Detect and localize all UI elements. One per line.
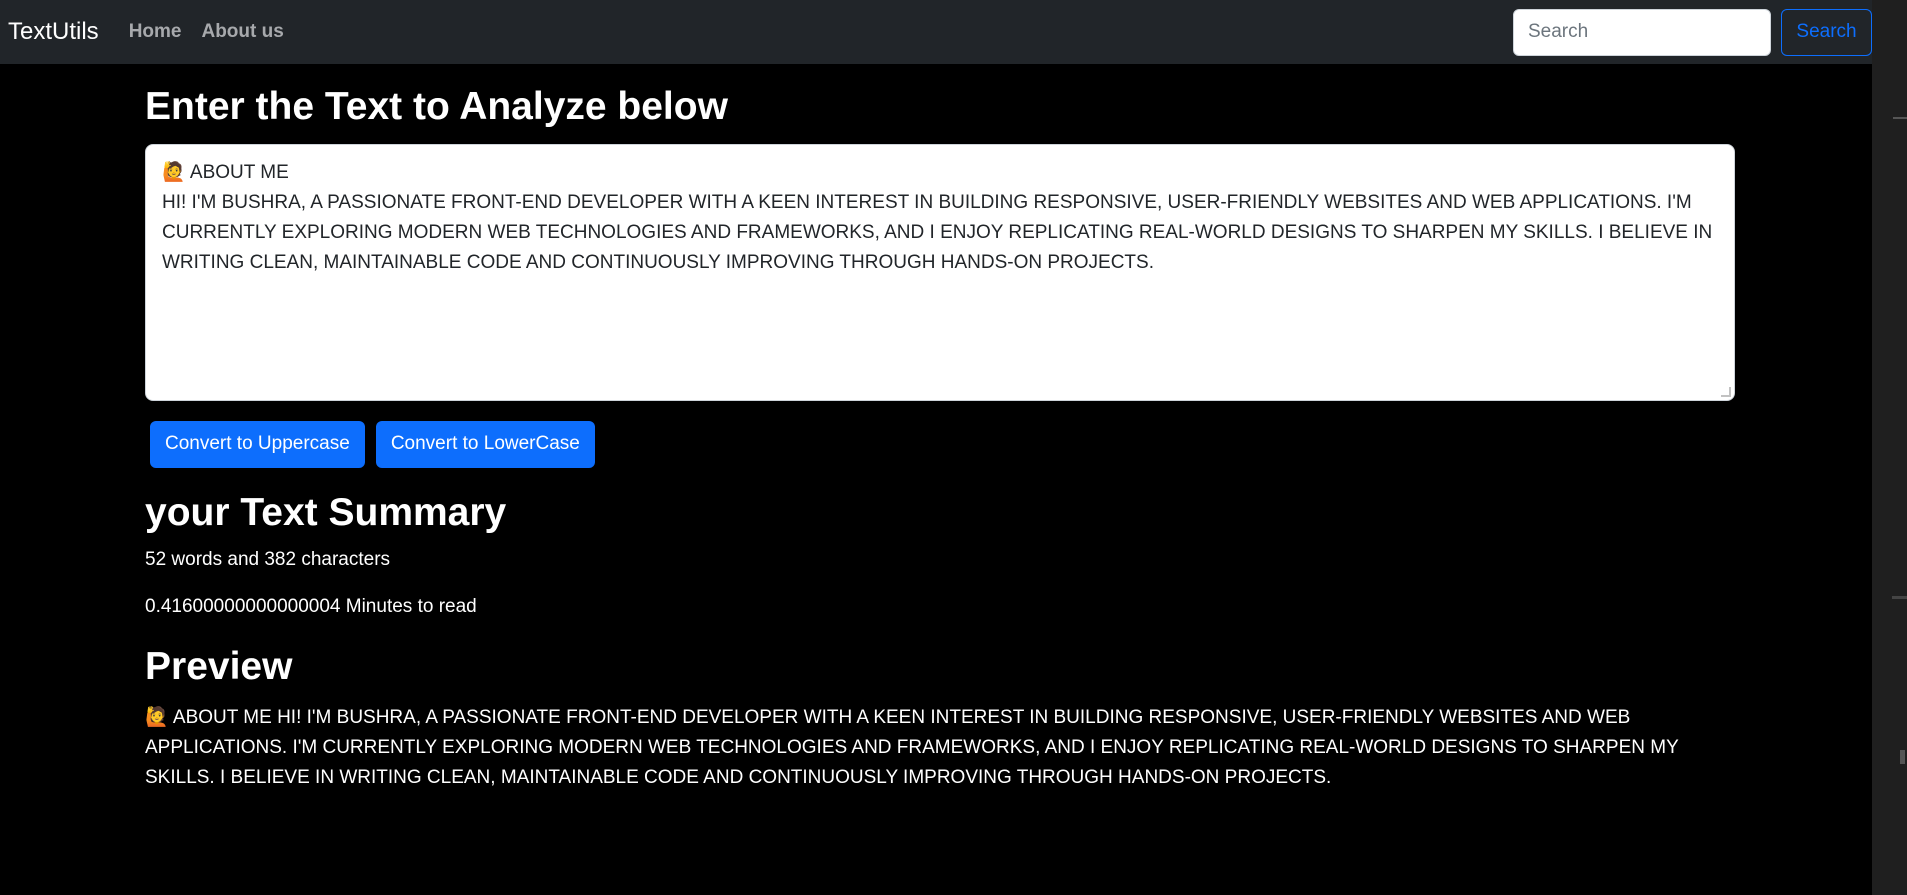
search-button[interactable]: Search: [1781, 8, 1872, 56]
search-input[interactable]: [1513, 8, 1771, 56]
action-buttons: Convert to Uppercase Convert to LowerCas…: [145, 420, 1735, 468]
panel-divider: [1892, 596, 1907, 599]
resize-handle-icon[interactable]: [1721, 386, 1731, 397]
raising-hand-icon: 🙋: [145, 706, 169, 729]
panel-divider: [1893, 117, 1907, 119]
word-count-text: 52 words and 382 characters: [145, 548, 391, 570]
main-container: Enter the Text to Analyze below 🙋 ABOUT …: [145, 64, 1735, 793]
nav-link-about-us[interactable]: About us: [201, 21, 283, 43]
preview-text: 🙋 ABOUT ME HI! I'M BUSHRA, A PASSIONATE …: [145, 702, 1735, 793]
raising-hand-icon: 🙋: [162, 160, 186, 183]
page-title: Enter the Text to Analyze below: [145, 85, 728, 128]
convert-lowercase-button[interactable]: Convert to LowerCase: [375, 420, 595, 468]
side-panel-strip: [1872, 0, 1907, 895]
textarea-first-line: 🙋 ABOUT ME: [162, 157, 1718, 188]
summary-heading: your Text Summary: [145, 490, 507, 534]
panel-handle[interactable]: [1900, 750, 1905, 764]
preview-heading: Preview: [145, 644, 293, 688]
text-input-area[interactable]: 🙋 ABOUT ME HI! I'M BUSHRA, A PASSIONATE …: [145, 143, 1735, 401]
read-time-text: 0.41600000000000004 Minutes to read: [145, 595, 477, 617]
convert-uppercase-button[interactable]: Convert to Uppercase: [150, 420, 365, 468]
textarea-heading-text: ABOUT ME: [189, 161, 289, 183]
navbar: TextUtils Home About us Search: [0, 0, 1872, 64]
textarea-body-text: HI! I'M BUSHRA, A PASSIONATE FRONT-END D…: [162, 191, 1713, 273]
brand-logo[interactable]: TextUtils: [8, 18, 99, 46]
nav-link-home[interactable]: Home: [129, 21, 182, 43]
preview-body-text: ABOUT ME HI! I'M BUSHRA, A PASSIONATE FR…: [145, 707, 1679, 789]
